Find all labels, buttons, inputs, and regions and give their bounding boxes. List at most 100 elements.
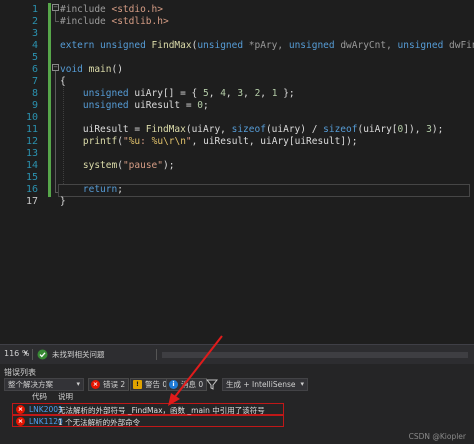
code-token: , [208, 88, 221, 99]
code-line[interactable]: unsigned uiResult = 0; [60, 100, 209, 112]
filter-icon[interactable] [206, 378, 218, 391]
code-token: #include [60, 4, 112, 15]
code-line[interactable]: #include <stdlib.h> [60, 16, 169, 28]
code-token: : [140, 136, 152, 147]
code-token: uiAry[] = { [134, 88, 203, 99]
line-number: 9 [31, 100, 38, 111]
line-number: 15 [25, 172, 38, 183]
code-token: (uiAry[ [357, 124, 398, 135]
code-line[interactable]: { [60, 76, 66, 88]
code-token: main [88, 64, 112, 75]
line-number: 2 [31, 16, 38, 27]
line-number: 11 [25, 124, 38, 135]
fold-guide [55, 11, 56, 21]
line-number: 7 [31, 76, 38, 87]
code-token: ; [203, 100, 209, 111]
divider [32, 349, 33, 360]
collapse-include-icon[interactable]: − [52, 4, 59, 11]
editor-status-bar: 116 % ▾ 未找到相关问题 [0, 344, 474, 364]
change-tracking-bar [48, 3, 51, 197]
code-token: return [82, 184, 118, 195]
code-token: , [260, 88, 272, 99]
code-line[interactable]: system("pause"); [60, 160, 175, 172]
watermark: CSDN @Kiopler [408, 432, 466, 441]
error-icon: × [16, 405, 25, 414]
errors-filter-label: 错误 2 [103, 380, 126, 389]
line-number: 10 [25, 112, 38, 123]
scope-dropdown[interactable]: 整个解决方案 ▾ [4, 378, 84, 391]
code-token: sizeof [231, 124, 266, 135]
error-row[interactable]: × LNK1120 1 个无法解析的外部命令 [12, 415, 284, 427]
panel-title: 错误列表 [4, 368, 36, 377]
code-line[interactable]: void main() [60, 64, 123, 76]
line-number: 5 [31, 52, 38, 63]
line-number-gutter: 1 2 3 4 5 6 7 8 9 10 11 12 13 14 15 16 17 [0, 0, 42, 344]
errors-filter-button[interactable]: × 错误 2 [88, 378, 130, 391]
health-status-text: 未找到相关问题 [52, 350, 105, 359]
code-token: printf [82, 136, 118, 147]
code-token: uiResult = [134, 100, 198, 111]
code-token: } [60, 196, 66, 207]
info-icon: i [169, 380, 178, 389]
check-circle-icon[interactable] [37, 349, 48, 360]
line-number: 14 [25, 160, 38, 171]
error-row[interactable]: × LNK2001 无法解析的外部符号 _FindMax，函数 _main 中引… [12, 403, 284, 415]
code-line[interactable]: } [60, 196, 66, 208]
code-token: unsigned [397, 40, 450, 51]
code-token: <stdlib.h> [111, 16, 169, 27]
code-token: %u\r\n [151, 136, 186, 147]
code-token: ); [163, 160, 175, 171]
build-source-dropdown[interactable]: 生成 + IntelliSense ▾ [222, 378, 308, 391]
code-token: , [243, 88, 255, 99]
code-token: %u [128, 136, 141, 147]
line-number: 8 [31, 88, 38, 99]
code-token: sizeof [323, 124, 358, 135]
code-token: extern [60, 40, 101, 51]
messages-filter-label: 消息 0 [181, 380, 204, 389]
divider [156, 349, 157, 360]
code-line[interactable]: printf("%u: %u\r\n", uiResult, uiAry[uiR… [60, 136, 358, 148]
collapse-main-icon[interactable]: − [52, 64, 59, 71]
code-token: void [60, 64, 89, 75]
messages-filter-button[interactable]: i 消息 0 [166, 378, 208, 391]
code-line[interactable]: extern unsigned FindMax(unsigned *pAry, … [60, 40, 474, 52]
code-token: unsigned [60, 100, 135, 111]
code-token: FindMax [151, 40, 192, 51]
error-list-panel: 错误列表 整个解决方案 ▾ × 错误 2 ! 警告 0 i 消息 0 生成 + … [0, 364, 474, 444]
fold-guide-end [55, 21, 59, 22]
code-token: unsigned [100, 40, 152, 51]
code-token: (uiAry, [185, 124, 232, 135]
code-token: FindMax [145, 124, 186, 135]
code-token: *pAry, [248, 40, 289, 51]
code-token: unsigned [288, 40, 341, 51]
code-line[interactable]: return; [60, 184, 123, 196]
code-token: #include [60, 16, 112, 27]
warnings-filter-label: 警告 0 [145, 380, 168, 389]
zoom-dropdown-icon[interactable]: ▾ [24, 349, 28, 357]
outlining-margin: − − [52, 0, 60, 344]
error-icon: × [16, 417, 25, 426]
line-number: 6 [31, 64, 38, 75]
warnings-filter-button[interactable]: ! 警告 0 [130, 378, 172, 391]
code-token: <stdio.h> [111, 4, 163, 15]
line-number: 16 [25, 184, 38, 195]
line-number: 13 [25, 148, 38, 159]
code-line[interactable]: uiResult = FindMax(uiAry, sizeof(uiAry) … [60, 124, 443, 136]
column-description[interactable]: 说明 [58, 391, 73, 402]
horizontal-scrollbar[interactable] [162, 352, 468, 358]
code-token: unsigned [60, 88, 135, 99]
chevron-down-icon: ▾ [76, 380, 80, 388]
code-token: ); [431, 124, 444, 135]
code-token: uiResult = [60, 124, 146, 135]
code-editor[interactable]: 1 2 3 4 5 6 7 8 9 10 11 12 13 14 15 16 17 − − #include <… [0, 0, 474, 344]
code-token: , uiResult, uiAry[uiResult]); [191, 136, 358, 147]
column-code[interactable]: 代码 [32, 391, 47, 402]
warning-icon: ! [133, 380, 142, 389]
error-description: 1 个无法解析的外部命令 [58, 418, 141, 427]
code-line[interactable]: #include <stdio.h> [60, 4, 163, 16]
code-line[interactable]: unsigned uiAry[] = { 5, 4, 3, 2, 1 }; [60, 88, 295, 100]
code-token: { [60, 76, 66, 87]
column-header-row: 代码 说明 [0, 391, 474, 402]
